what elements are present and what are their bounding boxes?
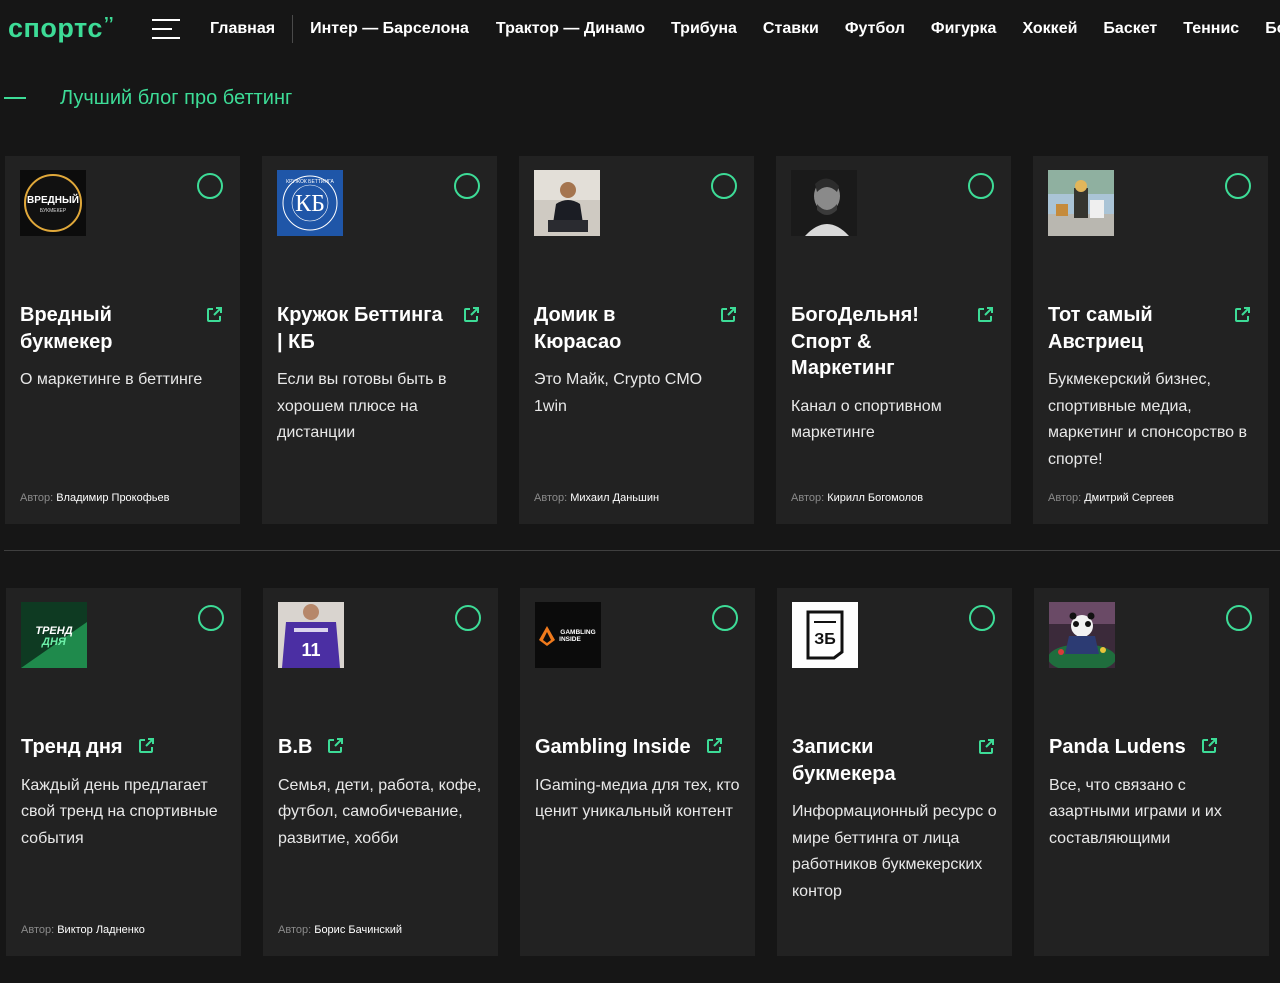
- vredny-bukmeker-logo-icon: ВРЕДНЫЙ БУКМЕКЕР: [20, 170, 86, 236]
- blog-name[interactable]: Домик в Кюрасао: [534, 302, 739, 355]
- nav-item-inter-barcelona[interactable]: Интер — Барселона: [310, 0, 469, 58]
- nav-item-traktor-dinamo[interactable]: Трактор — Динамо: [496, 0, 645, 58]
- blog-author: Автор: Михаил Даньшин: [534, 492, 660, 504]
- blog-description: Это Майк, Crypto CMO 1win: [534, 371, 703, 415]
- select-radio[interactable]: [969, 605, 995, 631]
- section-dash: [4, 97, 26, 99]
- svg-text:ДНЯ: ДНЯ: [41, 636, 67, 648]
- person-photo-icon: [534, 170, 600, 236]
- svg-text:INSIDE: INSIDE: [559, 636, 581, 643]
- external-link-icon[interactable]: [977, 738, 995, 756]
- select-radio[interactable]: [968, 173, 994, 199]
- blog-name[interactable]: Gambling Inside: [535, 734, 740, 761]
- blog-description: Если вы готовы быть в хорошем плюсе на д…: [277, 371, 447, 441]
- blog-description: Каждый день предлагает свой тренд на спо…: [21, 776, 218, 847]
- svg-text:ВРЕДНЫЙ: ВРЕДНЫЙ: [27, 193, 79, 206]
- select-radio[interactable]: [198, 605, 224, 631]
- svg-text:КРУЖОК БЕТТИНГА: КРУЖОК БЕТТИНГА: [286, 179, 334, 185]
- blog-author: Автор: Борис Бачинский: [278, 924, 403, 936]
- blog-description: Семья, дети, работа, кофе, футбол, самоб…: [278, 776, 482, 847]
- blog-name[interactable]: B.B: [278, 734, 483, 761]
- trend-dnya-logo-icon: ТРЕНД ДНЯ: [21, 602, 87, 668]
- blog-card[interactable]: ЗБ Записки букмекера Информационный ресу…: [777, 588, 1012, 956]
- svg-text:GAMBLING: GAMBLING: [560, 629, 595, 636]
- blog-description: Все, что связано с азартными играми и их…: [1049, 776, 1222, 847]
- blog-card[interactable]: GAMBLING INSIDE Gambling Inside IGaming-…: [520, 588, 755, 956]
- blog-name[interactable]: Panda Ludens: [1049, 734, 1254, 761]
- section-title: Лучший блог про беттинг: [60, 87, 293, 109]
- svg-text:КБ: КБ: [295, 191, 325, 217]
- nav-item-figure-skating[interactable]: Фигурка: [931, 0, 997, 58]
- blog-card[interactable]: БогоДельня! Спорт & Маркетинг Канал о сп…: [776, 156, 1011, 524]
- external-link-icon[interactable]: [976, 306, 994, 324]
- nav-item-hockey[interactable]: Хоккей: [1022, 0, 1077, 58]
- blog-card[interactable]: ТРЕНД ДНЯ Тренд дня Каждый день предлага…: [6, 588, 241, 956]
- blog-card[interactable]: Panda Ludens Все, что связано с азартным…: [1034, 588, 1269, 956]
- blog-author: Автор: Владимир Прокофьев: [20, 492, 170, 504]
- nav-item-stavki[interactable]: Ставки: [763, 0, 819, 58]
- nav-item-tennis[interactable]: Теннис: [1183, 0, 1239, 58]
- blog-name[interactable]: Тренд дня: [21, 734, 226, 761]
- external-link-icon[interactable]: [1200, 737, 1218, 755]
- person-photo-bw-icon: [791, 170, 857, 236]
- external-link-icon[interactable]: [326, 737, 344, 755]
- row-divider: [4, 550, 1280, 551]
- site-logo[interactable]: спортс’’: [8, 14, 114, 42]
- nav-item-football[interactable]: Футбол: [845, 0, 905, 58]
- blog-card[interactable]: Домик в Кюрасао Это Майк, Crypto CMO 1wi…: [519, 156, 754, 524]
- blog-author: Автор: Кирилл Богомолов: [791, 492, 924, 504]
- blog-description: О маркетинге в беттинге: [20, 371, 203, 388]
- nav-item-home[interactable]: Главная: [210, 0, 275, 58]
- site-logo-ticks: ’’: [103, 14, 115, 34]
- select-radio[interactable]: [712, 605, 738, 631]
- nav-item-basketball[interactable]: Баскет: [1103, 0, 1157, 58]
- blog-description: Канал о спортивном маркетинге: [791, 397, 942, 442]
- blog-name[interactable]: Кружок Беттинга | КБ: [277, 302, 482, 355]
- gambling-inside-logo-icon: GAMBLING INSIDE: [535, 602, 601, 668]
- nav-item-tribuna[interactable]: Трибуна: [671, 0, 737, 58]
- svg-text:БУКМЕКЕР: БУКМЕКЕР: [40, 208, 67, 214]
- zapiski-bukmekera-logo-icon: ЗБ: [792, 602, 858, 668]
- blog-author: Автор: Виктор Ладненко: [21, 924, 145, 936]
- external-link-icon[interactable]: [205, 306, 223, 324]
- select-radio[interactable]: [1225, 173, 1251, 199]
- external-link-icon[interactable]: [719, 306, 737, 324]
- blog-name[interactable]: Вредный букмекер: [20, 302, 225, 355]
- nav-divider: [292, 15, 294, 43]
- panda-casino-photo-icon: [1049, 602, 1115, 668]
- external-link-icon[interactable]: [705, 737, 723, 755]
- blog-name[interactable]: Записки букмекера: [792, 734, 997, 787]
- main-nav: Главная Интер — Барселона Трактор — Дина…: [210, 0, 1280, 58]
- external-link-icon[interactable]: [462, 306, 480, 324]
- blog-name[interactable]: Тот самый Австриец: [1048, 302, 1253, 355]
- select-radio[interactable]: [711, 173, 737, 199]
- external-link-icon[interactable]: [137, 737, 155, 755]
- blog-description: Букмекерский бизнес, спортивные медиа, м…: [1048, 371, 1247, 468]
- svg-text:ЗБ: ЗБ: [814, 631, 836, 648]
- top-navigation: спортс’’ Главная Интер — Барселона Тракт…: [0, 0, 1280, 58]
- blog-card[interactable]: 11 B.B Семья, дети, работа, кофе, футбол…: [263, 588, 498, 956]
- kruzhok-bettinga-logo-icon: КБ КРУЖОК БЕТТИНГА: [277, 170, 343, 236]
- blog-description: IGaming-медиа для тех, кто ценит уникаль…: [535, 776, 740, 821]
- blog-card[interactable]: Тот самый Австриец Букмекерский бизнес, …: [1033, 156, 1268, 524]
- menu-icon[interactable]: [152, 19, 180, 39]
- blog-card[interactable]: ВРЕДНЫЙ БУКМЕКЕР Вредный букмекер О марк…: [5, 156, 240, 524]
- site-logo-text: спортс: [8, 13, 103, 43]
- blog-description: Информационный ресурс о мире беттинга от…: [792, 803, 997, 900]
- select-radio[interactable]: [454, 173, 480, 199]
- blog-name[interactable]: БогоДельня! Спорт & Маркетинг: [791, 302, 996, 382]
- blog-author: Автор: Дмитрий Сергеев: [1048, 492, 1174, 504]
- blog-card[interactable]: КБ КРУЖОК БЕТТИНГА Кружок Беттинга | КБ …: [262, 156, 497, 524]
- figurine-photo-icon: [1048, 170, 1114, 236]
- select-radio[interactable]: [197, 173, 223, 199]
- jersey-photo-icon: 11: [278, 602, 344, 668]
- select-radio[interactable]: [455, 605, 481, 631]
- external-link-icon[interactable]: [1233, 306, 1251, 324]
- nav-item-boxing[interactable]: Бокс: [1265, 0, 1280, 58]
- select-radio[interactable]: [1226, 605, 1252, 631]
- svg-text:11: 11: [301, 640, 320, 660]
